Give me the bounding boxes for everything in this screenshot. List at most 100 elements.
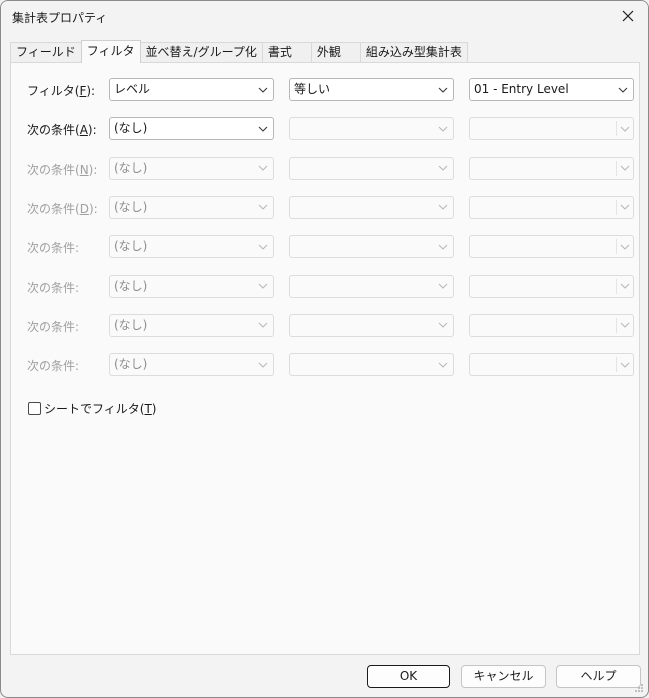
dropdown-arrow[interactable]: [616, 278, 632, 294]
filter-on-sheet-option[interactable]: シートでフィルタ(T): [28, 400, 156, 417]
chevron-down-icon: [620, 322, 629, 329]
tab-appearance[interactable]: 外観: [310, 42, 361, 63]
condition-label: 次の条件(A):: [27, 123, 97, 138]
dropdown-arrow[interactable]: [256, 318, 270, 333]
dropdown-arrow[interactable]: [256, 121, 270, 136]
field-select[interactable]: (なし): [109, 353, 274, 377]
operator-select[interactable]: [289, 156, 454, 180]
operator-select[interactable]: [289, 353, 454, 377]
condition-label: 次の条件(N):: [27, 162, 98, 177]
field-select[interactable]: (なし): [109, 117, 274, 141]
dropdown-arrow[interactable]: [436, 161, 450, 176]
dropdown-arrow[interactable]: [436, 279, 450, 294]
title-bar: 集計表プロパティ: [1, 1, 648, 33]
field-select[interactable]: (なし): [109, 313, 274, 337]
dropdown-arrow[interactable]: [616, 121, 632, 137]
chevron-down-icon: [438, 87, 448, 93]
field-select[interactable]: (なし): [109, 235, 274, 259]
field-select[interactable]: (なし): [109, 156, 274, 180]
dropdown-arrow[interactable]: [616, 160, 632, 176]
condition-label: フィルタ(F):: [27, 84, 96, 98]
tab-fields[interactable]: フィールド: [10, 42, 82, 63]
dropdown-arrow[interactable]: [436, 121, 450, 136]
value-select[interactable]: [469, 235, 634, 259]
combo-value: (なし): [114, 199, 148, 214]
value-select[interactable]: [469, 117, 634, 141]
combo-value: (なし): [114, 278, 148, 293]
combo-value: 01 - Entry Level: [474, 82, 569, 96]
dropdown-arrow[interactable]: [436, 82, 450, 97]
dropdown-arrow[interactable]: [616, 199, 632, 215]
chevron-down-icon: [258, 126, 268, 132]
condition-label: 次の条件:: [27, 241, 80, 256]
condition-label: 次の条件:: [27, 280, 80, 295]
operator-select[interactable]: 等しい: [289, 78, 454, 101]
chevron-down-icon: [258, 165, 268, 171]
operator-select[interactable]: [289, 235, 454, 259]
dropdown-arrow[interactable]: [256, 161, 270, 176]
close-icon: [622, 10, 634, 22]
value-select[interactable]: [469, 156, 634, 180]
dropdown-arrow[interactable]: [256, 357, 270, 372]
operator-select[interactable]: [289, 274, 454, 298]
combo-value: (なし): [114, 357, 148, 372]
field-select[interactable]: (なし): [109, 274, 274, 298]
chevron-down-icon: [438, 244, 448, 250]
chevron-down-icon: [258, 283, 268, 289]
dropdown-arrow[interactable]: [436, 318, 450, 333]
chevron-down-icon: [620, 244, 629, 250]
dropdown-arrow[interactable]: [616, 357, 632, 373]
chevron-down-icon: [620, 126, 629, 132]
tab-filter[interactable]: フィルタ: [80, 40, 141, 63]
dropdown-arrow[interactable]: [616, 82, 630, 97]
dropdown-arrow[interactable]: [256, 82, 270, 97]
combo-value: (なし): [114, 121, 148, 136]
condition-label: 次の条件(D):: [27, 201, 98, 216]
value-select[interactable]: [469, 313, 634, 337]
tab-builtin-pivot[interactable]: 組み込み型集計表: [359, 42, 468, 63]
dropdown-arrow[interactable]: [256, 279, 270, 294]
combo-value: レベル: [114, 82, 151, 96]
resize-grip-icon[interactable]: [634, 683, 644, 693]
operator-select[interactable]: [289, 117, 454, 141]
dropdown-arrow[interactable]: [616, 239, 632, 255]
value-select[interactable]: 01 - Entry Level: [469, 78, 634, 101]
close-button[interactable]: [608, 1, 648, 31]
ok-button[interactable]: OK: [367, 665, 450, 688]
dropdown-arrow[interactable]: [436, 239, 450, 254]
condition-label: 次の条件:: [27, 319, 80, 334]
combo-value: (なし): [114, 317, 148, 332]
dialog-window: 集計表プロパティ フィールド フィルタ 並べ替え/グループ化 書式 外観 組み込…: [0, 0, 649, 698]
tab-format[interactable]: 書式: [261, 42, 312, 63]
combo-value: (なし): [114, 239, 148, 254]
value-select[interactable]: [469, 353, 634, 377]
chevron-down-icon: [620, 362, 629, 368]
value-select[interactable]: [469, 274, 634, 298]
dropdown-arrow[interactable]: [256, 239, 270, 254]
chevron-down-icon: [438, 362, 448, 368]
chevron-down-icon: [438, 165, 448, 171]
chevron-down-icon: [258, 244, 268, 250]
help-button[interactable]: ヘルプ: [556, 665, 641, 688]
dropdown-arrow[interactable]: [616, 317, 632, 333]
chevron-down-icon: [618, 87, 628, 93]
filter-panel: フィルタ(F): レベル 等しい 01 - Entry Level 次の条件(A): (な…: [10, 62, 640, 655]
field-select[interactable]: レベル: [109, 78, 274, 101]
cancel-button[interactable]: キャンセル: [461, 665, 546, 688]
tab-sort-group[interactable]: 並べ替え/グループ化: [139, 42, 263, 63]
dialog-title: 集計表プロパティ: [12, 11, 108, 25]
chevron-down-icon: [620, 205, 629, 211]
dropdown-arrow[interactable]: [256, 200, 270, 215]
dropdown-arrow[interactable]: [436, 357, 450, 372]
field-select[interactable]: (なし): [109, 195, 274, 219]
chevron-down-icon: [438, 205, 448, 211]
operator-select[interactable]: [289, 313, 454, 337]
dropdown-arrow[interactable]: [436, 200, 450, 215]
combo-value: 等しい: [294, 82, 331, 96]
operator-select[interactable]: [289, 195, 454, 219]
value-select[interactable]: [469, 195, 634, 219]
filter-on-sheet-label: シートでフィルタ(T): [44, 402, 157, 416]
chevron-down-icon: [258, 87, 268, 93]
chevron-down-icon: [620, 165, 629, 171]
filter-on-sheet-checkbox[interactable]: [28, 402, 41, 415]
